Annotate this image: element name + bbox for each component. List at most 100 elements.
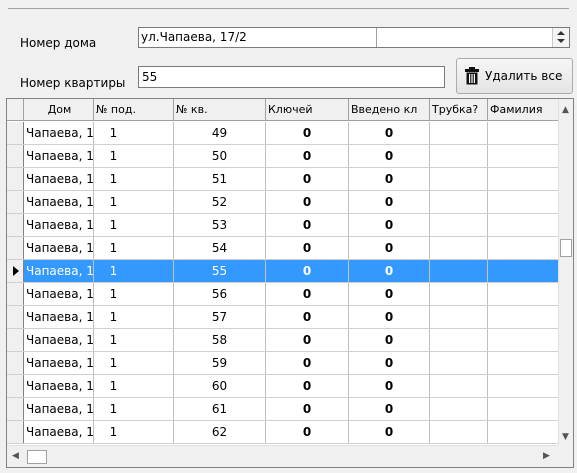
- cell-surname[interactable]: [488, 283, 560, 305]
- cell-apartment[interactable]: 57: [174, 306, 266, 328]
- cell-keys[interactable]: 0: [266, 191, 349, 213]
- cell-handset[interactable]: [430, 375, 488, 397]
- row-indicator[interactable]: [7, 306, 24, 328]
- cell-keys[interactable]: 0: [266, 122, 349, 144]
- row-indicator[interactable]: [7, 283, 24, 305]
- column-header-handset[interactable]: Трубка?: [430, 99, 488, 121]
- delete-all-button[interactable]: Удалить все: [456, 58, 573, 94]
- cell-handset[interactable]: [430, 122, 488, 144]
- cell-apartment[interactable]: 60: [174, 375, 266, 397]
- cell-apartment[interactable]: 59: [174, 352, 266, 374]
- cell-apartment[interactable]: 61: [174, 398, 266, 420]
- cell-surname[interactable]: [488, 375, 560, 397]
- cell-house[interactable]: Чапаева, 1: [24, 214, 94, 236]
- cell-entrance[interactable]: 1: [94, 375, 174, 397]
- cell-surname[interactable]: [488, 122, 560, 144]
- column-header-house[interactable]: Дом: [24, 99, 94, 121]
- column-header-apartment[interactable]: № кв.: [174, 99, 266, 121]
- scroll-right-icon[interactable]: ▶: [543, 451, 550, 461]
- cell-entrance[interactable]: 1: [94, 214, 174, 236]
- spin-arrows-icon[interactable]: [552, 28, 569, 47]
- horizontal-scroll-thumb[interactable]: [27, 450, 47, 464]
- cell-keys-entered[interactable]: 0: [349, 260, 430, 282]
- vertical-scroll-thumb[interactable]: [560, 239, 572, 257]
- cell-keys-entered[interactable]: 0: [349, 191, 430, 213]
- scroll-down-icon[interactable]: ▼: [562, 432, 569, 442]
- cell-entrance[interactable]: 1: [94, 145, 174, 167]
- table-row[interactable]: Чапаева, 1 1 61 0 0: [7, 398, 560, 421]
- cell-entrance[interactable]: 1: [94, 260, 174, 282]
- row-indicator[interactable]: [7, 352, 24, 374]
- table-row[interactable]: Чапаева, 1 1 51 0 0: [7, 168, 560, 191]
- cell-handset[interactable]: [430, 306, 488, 328]
- cell-apartment[interactable]: 54: [174, 237, 266, 259]
- cell-apartment[interactable]: 55: [174, 260, 266, 282]
- cell-surname[interactable]: [488, 352, 560, 374]
- cell-entrance[interactable]: 1: [94, 329, 174, 351]
- cell-apartment[interactable]: 50: [174, 145, 266, 167]
- row-indicator[interactable]: [7, 375, 24, 397]
- row-indicator[interactable]: [7, 168, 24, 190]
- cell-house[interactable]: Чапаева, 1: [24, 352, 94, 374]
- cell-keys[interactable]: 0: [266, 352, 349, 374]
- apartment-number-input[interactable]: [139, 67, 444, 87]
- cell-house[interactable]: Чапаева, 1: [24, 260, 94, 282]
- apartment-number-field[interactable]: [138, 66, 445, 88]
- cell-apartment[interactable]: 56: [174, 283, 266, 305]
- row-indicator[interactable]: [7, 329, 24, 351]
- row-indicator[interactable]: [7, 145, 24, 167]
- cell-keys[interactable]: 0: [266, 283, 349, 305]
- cell-apartment[interactable]: 62: [174, 421, 266, 443]
- row-indicator[interactable]: [7, 260, 24, 282]
- cell-house[interactable]: Чапаева, 1: [24, 329, 94, 351]
- cell-entrance[interactable]: 1: [94, 191, 174, 213]
- cell-house[interactable]: Чапаева, 1: [24, 375, 94, 397]
- table-row[interactable]: Чапаева, 1 1 60 0 0: [7, 375, 560, 398]
- row-indicator[interactable]: [7, 122, 24, 144]
- cell-keys[interactable]: 0: [266, 398, 349, 420]
- cell-house[interactable]: Чапаева, 1: [24, 122, 94, 144]
- cell-handset[interactable]: [430, 283, 488, 305]
- table-row[interactable]: Чапаева, 1 1 59 0 0: [7, 352, 560, 375]
- spin-down-icon[interactable]: [557, 39, 565, 43]
- cell-handset[interactable]: [430, 237, 488, 259]
- cell-handset[interactable]: [430, 398, 488, 420]
- cell-keys-entered[interactable]: 0: [349, 237, 430, 259]
- cell-keys-entered[interactable]: 0: [349, 352, 430, 374]
- cell-keys-entered[interactable]: 0: [349, 122, 430, 144]
- scroll-left-icon[interactable]: ◀: [12, 451, 19, 461]
- cell-house[interactable]: Чапаева, 1: [24, 168, 94, 190]
- table-row[interactable]: Чапаева, 1 1 57 0 0: [7, 306, 560, 329]
- apartments-grid[interactable]: Дом № под. № кв. Ключей Введено кл Трубк…: [6, 98, 574, 468]
- cell-surname[interactable]: [488, 306, 560, 328]
- cell-house[interactable]: Чапаева, 1: [24, 421, 94, 443]
- row-indicator[interactable]: [7, 398, 24, 420]
- cell-entrance[interactable]: 1: [94, 237, 174, 259]
- table-row[interactable]: Чапаева, 1 1 52 0 0: [7, 191, 560, 214]
- table-row[interactable]: Чапаева, 1 1 58 0 0: [7, 329, 560, 352]
- cell-handset[interactable]: [430, 329, 488, 351]
- cell-handset[interactable]: [430, 421, 488, 443]
- cell-keys[interactable]: 0: [266, 237, 349, 259]
- cell-keys-entered[interactable]: 0: [349, 329, 430, 351]
- table-row[interactable]: Чапаева, 1 1 53 0 0: [7, 214, 560, 237]
- cell-apartment[interactable]: 49: [174, 122, 266, 144]
- table-row[interactable]: Чапаева, 1 1 55 0 0: [7, 260, 560, 283]
- table-row[interactable]: Чапаева, 1 1 49 0 0: [7, 122, 560, 145]
- cell-surname[interactable]: [488, 145, 560, 167]
- cell-house[interactable]: Чапаева, 1: [24, 306, 94, 328]
- column-header-keys-entered[interactable]: Введено кл: [349, 99, 430, 121]
- cell-surname[interactable]: [488, 329, 560, 351]
- column-header-entrance[interactable]: № под.: [94, 99, 174, 121]
- cell-house[interactable]: Чапаева, 1: [24, 191, 94, 213]
- cell-handset[interactable]: [430, 168, 488, 190]
- cell-entrance[interactable]: 1: [94, 421, 174, 443]
- scroll-up-icon[interactable]: ▲: [562, 105, 569, 115]
- cell-keys-entered[interactable]: 0: [349, 398, 430, 420]
- cell-house[interactable]: Чапаева, 1: [24, 398, 94, 420]
- row-indicator[interactable]: [7, 421, 24, 443]
- cell-entrance[interactable]: 1: [94, 283, 174, 305]
- horizontal-scrollbar[interactable]: ◀ ▶: [7, 445, 560, 467]
- cell-entrance[interactable]: 1: [94, 352, 174, 374]
- cell-house[interactable]: Чапаева, 1: [24, 145, 94, 167]
